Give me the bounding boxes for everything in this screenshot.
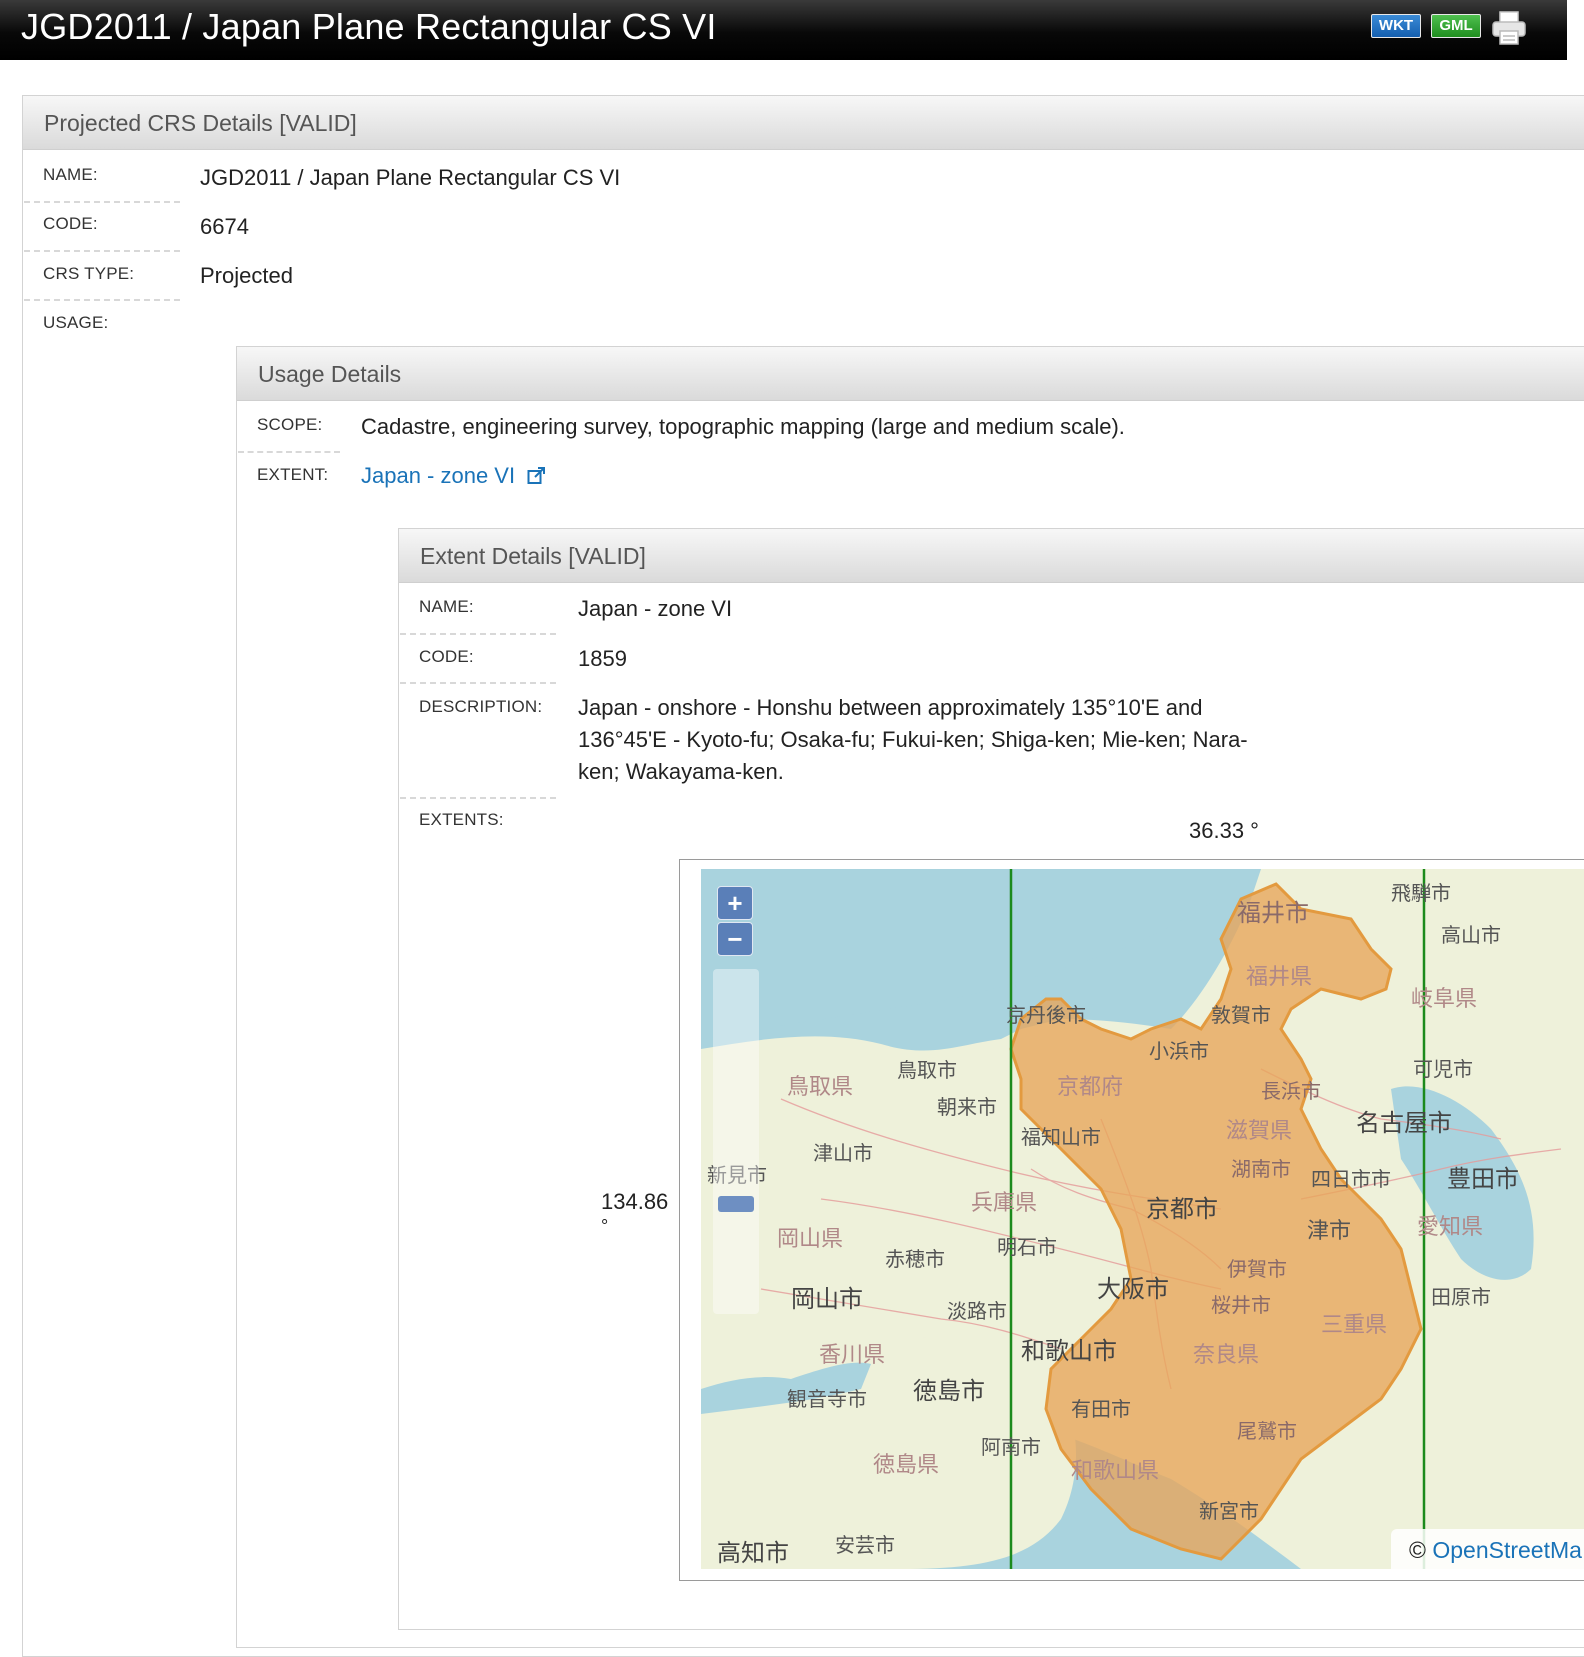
- map-label: 高山市: [1441, 923, 1501, 947]
- map-label: 湖南市: [1231, 1157, 1291, 1181]
- map-label: 兵庫県: [971, 1191, 1038, 1216]
- zoom-in-button[interactable]: +: [717, 886, 753, 920]
- map-label: 豊田市: [1447, 1165, 1519, 1193]
- scope-label: SCOPE:: [257, 415, 323, 434]
- extents-label: EXTENTS:: [419, 810, 504, 829]
- map-label: 可児市: [1413, 1057, 1473, 1081]
- map-label: 津市: [1307, 1219, 1352, 1244]
- map-label: 尾鷲市: [1237, 1419, 1297, 1443]
- divider: [238, 451, 340, 453]
- map-label: 京都府: [1057, 1075, 1124, 1100]
- map-label: 和歌山市: [1021, 1337, 1117, 1365]
- crs-name-value: JGD2011 / Japan Plane Rectangular CS VI: [200, 165, 621, 190]
- crs-type-label: CRS TYPE:: [43, 264, 135, 283]
- map-label: 名古屋市: [1356, 1109, 1452, 1137]
- extent-name-value: Japan - zone VI: [578, 596, 733, 621]
- crs-type-value: Projected: [200, 263, 293, 288]
- map-label: 長浜市: [1261, 1079, 1321, 1103]
- openstreetmap-link[interactable]: OpenStreetMa: [1432, 1537, 1582, 1563]
- map-label: 愛知県: [1417, 1215, 1484, 1240]
- west-bound-unit: °: [601, 1216, 609, 1236]
- map-label: 阿南市: [981, 1435, 1041, 1459]
- map-label: 京都市: [1146, 1195, 1218, 1223]
- scope-value: Cadastre, engineering survey, topographi…: [361, 414, 1125, 439]
- map-label: 京丹後市: [1006, 1003, 1086, 1027]
- map-label: 徳島市: [913, 1377, 985, 1405]
- extent-label: EXTENT:: [257, 465, 329, 484]
- map-label: 田原市: [1431, 1285, 1491, 1309]
- map-label: 小浜市: [1149, 1039, 1209, 1063]
- extent-code-value: 1859: [578, 646, 627, 671]
- map-label: 福井県: [1246, 965, 1313, 990]
- page-title: JGD2011 / Japan Plane Rectangular CS VI: [21, 6, 717, 47]
- printer-icon[interactable]: [1491, 10, 1527, 46]
- extent-link-wrap: Japan - zone VI: [361, 463, 546, 489]
- map-label: 岡山県: [777, 1227, 844, 1252]
- top-bar: JGD2011 / Japan Plane Rectangular CS VI …: [0, 0, 1567, 60]
- map-label: 滋賀県: [1226, 1119, 1293, 1144]
- crs-code-label: CODE:: [43, 214, 98, 233]
- usage-details-heading: Usage Details: [237, 347, 1584, 401]
- west-bound-value: 134.86: [601, 1189, 669, 1214]
- map-label: 岐阜県: [1411, 987, 1478, 1012]
- map-label: 高知市: [717, 1539, 789, 1567]
- extent-description-value: Japan - onshore - Honshu between approxi…: [578, 695, 1248, 784]
- extent-code-label: CODE:: [419, 647, 474, 666]
- copyright-symbol: ©: [1409, 1537, 1426, 1563]
- divider: [24, 201, 180, 203]
- map-label: 香川県: [819, 1343, 886, 1368]
- zoom-slider-track[interactable]: [713, 969, 759, 1314]
- extent-name-label: NAME:: [419, 597, 474, 616]
- crs-usage-label: USAGE:: [43, 313, 109, 332]
- wkt-export-button[interactable]: WKT: [1371, 14, 1421, 38]
- map-label: 徳島県: [873, 1453, 940, 1478]
- divider: [24, 299, 180, 301]
- extent-map[interactable]: 福井市 福井県 飛騨市 高山市 岐阜県 京丹後市 敦賀市 小浜市 可児市 鳥取県…: [701, 869, 1584, 1569]
- map-label: 桜井市: [1211, 1293, 1271, 1317]
- map-label: 安芸市: [835, 1533, 895, 1557]
- zoom-out-button[interactable]: −: [717, 922, 753, 956]
- map-attribution: © OpenStreetMa: [1391, 1529, 1584, 1569]
- map-label: 鳥取県: [787, 1075, 854, 1100]
- map-label: 大阪市: [1097, 1275, 1169, 1303]
- map-label: 伊賀市: [1227, 1257, 1287, 1281]
- zoom-slider-handle[interactable]: [718, 1196, 754, 1212]
- map-label: 有田市: [1071, 1397, 1131, 1421]
- crs-code-value: 6674: [200, 214, 249, 239]
- crs-name-label: NAME:: [43, 165, 98, 184]
- map-label: 鳥取市: [897, 1058, 957, 1082]
- divider: [400, 682, 556, 684]
- map-label: 明石市: [997, 1235, 1057, 1259]
- map-label: 朝来市: [937, 1095, 997, 1119]
- map-label: 新宮市: [1199, 1499, 1259, 1523]
- divider: [24, 250, 180, 252]
- map-label: 奈良県: [1193, 1343, 1260, 1368]
- map-label: 岡山市: [791, 1285, 863, 1313]
- map-label: 福知山市: [1021, 1125, 1101, 1149]
- map-label: 福井市: [1237, 899, 1309, 927]
- gml-export-button[interactable]: GML: [1431, 14, 1481, 38]
- extent-link[interactable]: Japan - zone VI: [361, 463, 515, 488]
- map-label: 四日市市: [1311, 1167, 1391, 1191]
- projected-crs-heading: Projected CRS Details [VALID]: [23, 96, 1584, 150]
- divider: [400, 797, 556, 799]
- map-label: 敦賀市: [1211, 1003, 1271, 1027]
- map-label: 飛騨市: [1391, 881, 1451, 905]
- divider: [400, 633, 556, 635]
- north-bound-value: 36.33 °: [1189, 818, 1259, 843]
- extent-details-heading: Extent Details [VALID]: [399, 529, 1584, 583]
- external-link-icon[interactable]: [527, 466, 546, 485]
- map-label: 津山市: [813, 1141, 873, 1165]
- map-label: 観音寺市: [787, 1387, 867, 1411]
- map-label: 和歌山県: [1071, 1459, 1160, 1484]
- map-label: 三重県: [1321, 1313, 1388, 1338]
- map-label: 淡路市: [947, 1299, 1007, 1323]
- map-label: 赤穂市: [885, 1247, 945, 1271]
- extent-description-label: DESCRIPTION:: [419, 697, 543, 716]
